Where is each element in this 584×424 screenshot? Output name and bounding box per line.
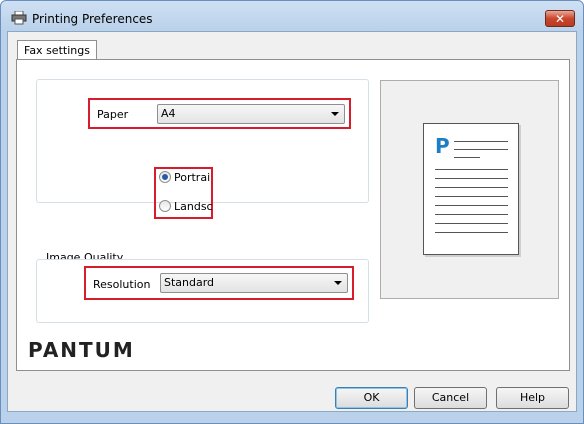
- cancel-button[interactable]: Cancel: [414, 387, 487, 409]
- preview-text-line: [435, 232, 508, 233]
- resolution-select[interactable]: Standard: [160, 273, 348, 293]
- paper-select[interactable]: A4: [157, 104, 345, 124]
- portrait-radio[interactable]: [159, 171, 171, 183]
- page-preview: P: [380, 80, 559, 299]
- preview-text-line: [435, 205, 508, 206]
- paper-value: A4: [161, 107, 176, 120]
- pantum-logo: PANTUM: [28, 338, 135, 362]
- chevron-down-icon: [331, 112, 339, 116]
- ok-button[interactable]: OK: [335, 387, 408, 409]
- preview-text-line: [435, 196, 508, 197]
- close-button[interactable]: ✕: [545, 10, 575, 27]
- paper-label: Paper: [97, 108, 129, 121]
- tab-page: Paper A4 Portrai Landsc Image Quality Re…: [16, 59, 570, 371]
- portrait-label[interactable]: Portrai: [174, 171, 210, 184]
- preview-page: P: [423, 123, 519, 255]
- preview-text-line: [435, 187, 508, 188]
- help-button[interactable]: Help: [496, 387, 569, 409]
- preview-text-line: [435, 169, 508, 170]
- preview-page-letter: P: [435, 134, 450, 158]
- title-bar[interactable]: Printing Preferences ✕: [1, 1, 583, 35]
- preview-text-line: [435, 178, 508, 179]
- dialog-client-area: Fax settings Paper A4 Portrai Landsc Ima…: [7, 31, 577, 412]
- chevron-down-icon: [334, 281, 342, 285]
- tab-fax-settings[interactable]: Fax settings: [17, 40, 97, 60]
- preview-text-line: [435, 214, 508, 215]
- preview-text-line: [454, 141, 508, 142]
- resolution-value: Standard: [164, 276, 215, 289]
- landscape-radio[interactable]: [159, 200, 171, 212]
- printer-icon: [11, 11, 27, 25]
- preview-text-line: [435, 223, 508, 224]
- preview-text-line: [454, 149, 508, 150]
- window-title: Printing Preferences: [32, 12, 153, 26]
- landscape-label[interactable]: Landsc: [174, 200, 213, 213]
- close-icon: ✕: [554, 11, 566, 26]
- printing-preferences-window: Printing Preferences ✕ Fax settings Pape…: [0, 0, 584, 424]
- resolution-label: Resolution: [93, 278, 151, 291]
- preview-text-line: [454, 157, 480, 158]
